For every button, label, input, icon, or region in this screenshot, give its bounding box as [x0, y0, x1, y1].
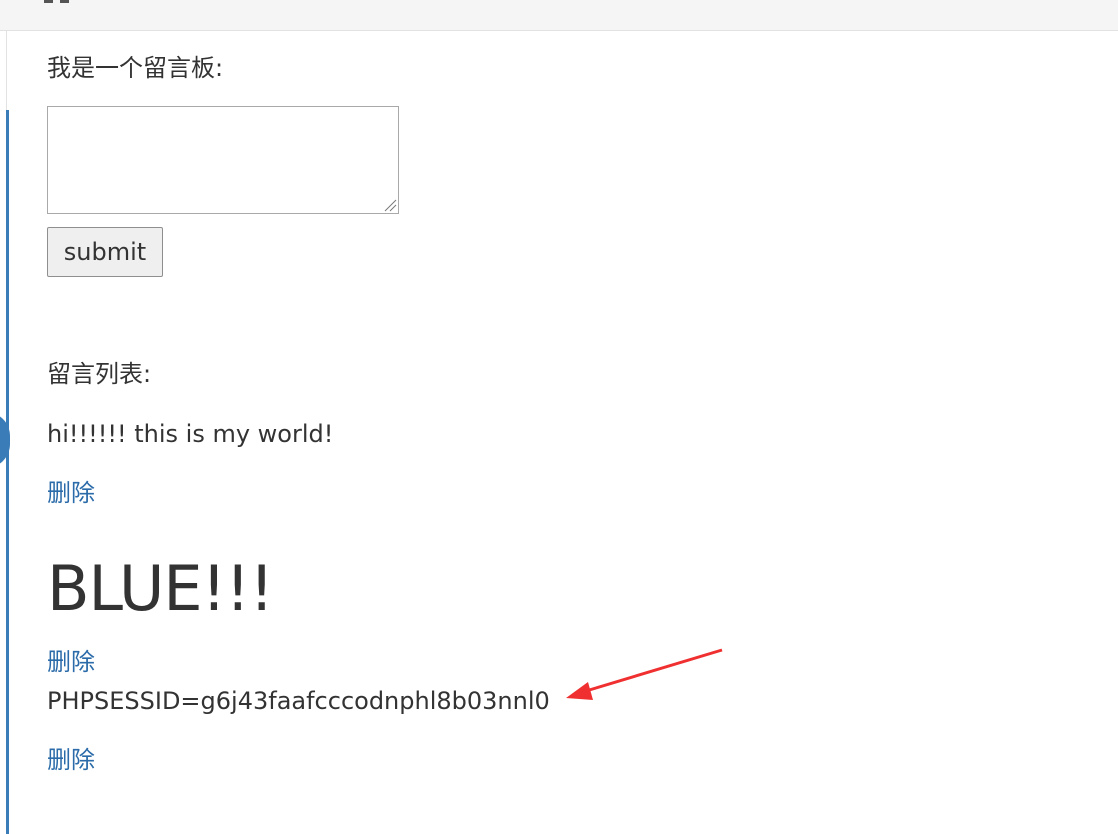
delete-link[interactable]: 删除 [47, 475, 95, 511]
left-border-line [6, 30, 7, 110]
message-heading: BLUE!!! [47, 552, 274, 625]
sidebar-accent-bar [6, 110, 9, 834]
delete-link[interactable]: 删除 [47, 742, 95, 778]
message-text: hi!!!!!! this is my world! [47, 420, 334, 448]
submit-button[interactable]: submit [47, 227, 163, 277]
message-list-heading: 留言列表: [47, 360, 152, 388]
message-board-content: 我是一个留言板: submit 留言列表: hi!!!!!! this is m… [47, 0, 1118, 834]
delete-link[interactable]: 删除 [47, 644, 95, 680]
message-session-cookie-text: PHPSESSID=g6j43faafcccodnphl8b03nnl0 [47, 687, 550, 715]
board-label: 我是一个留言板: [47, 54, 224, 82]
red-arrow-icon [566, 648, 723, 700]
arrow-shaft [575, 648, 723, 696]
page: 我是一个留言板: submit 留言列表: hi!!!!!! this is m… [0, 0, 1118, 834]
message-textarea[interactable] [47, 106, 399, 214]
arrow-head [566, 682, 593, 700]
